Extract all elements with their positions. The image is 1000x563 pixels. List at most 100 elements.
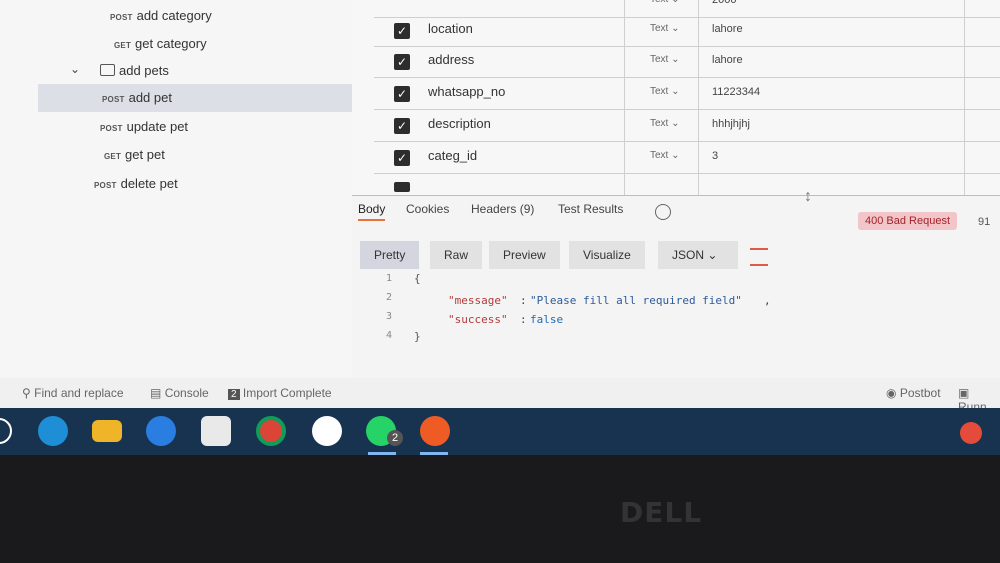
json-colon: : [520,313,527,326]
postbot-button[interactable]: ◉ Postbot [886,386,941,400]
line-number: 1 [386,273,393,284]
row-checkbox[interactable] [394,182,410,192]
method-badge: POST [110,13,133,22]
json-value: "Please fill all required field" [530,294,742,307]
row-checkbox[interactable]: ✓ [394,118,410,134]
postman-window: POST add category GET get category ⌄ add p… [0,0,1000,455]
console-icon: ▤ [150,386,162,400]
import-status[interactable]: 2 Import Complete [228,386,332,400]
json-colon: : [520,294,527,307]
method-badge: POST [100,124,123,133]
sidebar-item-label: delete pet [120,176,178,191]
sidebar-item-add-category[interactable]: POST add category [0,2,352,30]
store-icon[interactable] [201,416,231,446]
dell-logo: DELL [620,496,703,529]
slack-icon[interactable] [312,416,342,446]
key-cell[interactable]: address [428,52,474,67]
table-row[interactable]: ✓ location Text ⌄ lahore [374,15,1000,47]
json-key: "message" [448,294,508,307]
value-cell[interactable]: 2000 [712,0,736,6]
active-app-indicator [368,452,396,455]
sidebar-item-update-pet[interactable]: POST update pet [0,113,352,141]
search-icon[interactable] [0,418,12,444]
runner-icon: ▣ [958,386,970,400]
value-cell[interactable]: lahore [712,54,743,66]
method-badge: GET [114,41,132,50]
app-store-icon[interactable] [146,416,176,446]
notification-icon[interactable] [960,422,982,444]
key-cell[interactable]: description [428,116,491,131]
value-cell[interactable]: 11223344 [712,86,760,98]
body-params-table: Text ⌄ 2000 ✓ location Text ⌄ lahore ✓ a… [352,0,1000,195]
sidebar-item-label: add category [136,8,212,23]
postman-icon[interactable] [420,416,450,446]
folder-icon [100,64,115,76]
tab-body[interactable]: Body [358,202,386,221]
sidebar-item-get-pet[interactable]: GET get pet [0,141,352,169]
sidebar-item-label: add pet [128,90,172,105]
method-badge: POST [94,181,117,190]
response-pane: Body Cookies Headers (9) Test Results ↕ … [352,188,1000,379]
sidebar-item-delete-pet[interactable]: POST delete pet [0,170,352,198]
type-select[interactable]: Text ⌄ [650,23,680,34]
sidebar: POST add category GET get category ⌄ add p… [0,0,352,378]
tab-cookies[interactable]: Cookies [406,202,449,216]
status-bar: ⚲ Find and replace ▤ Console 2 Import Co… [0,378,1000,414]
wrap-lines-icon[interactable] [750,248,768,266]
key-cell[interactable]: whatsapp_no [428,84,505,99]
chrome-icon[interactable] [256,416,286,446]
postbot-icon: ◉ [886,386,897,400]
sidebar-item-get-category[interactable]: GET get category [0,30,352,58]
json-key: "success" [448,313,508,326]
sidebar-item-add-pet[interactable]: POST add pet [38,84,352,112]
file-explorer-icon[interactable] [92,420,122,442]
value-cell[interactable]: 3 [712,150,718,162]
code-brace: { [414,272,421,285]
type-select[interactable]: Text ⌄ [650,54,680,65]
search-icon: ⚲ [22,386,31,400]
response-time: 91 [978,216,991,228]
sidebar-folder-add-pets[interactable]: ⌄ add pets [0,57,352,85]
key-cell[interactable]: categ_id [428,148,477,163]
chevron-down-icon[interactable]: ⌄ [70,62,80,76]
code-brace: } [414,330,421,343]
active-app-indicator [420,452,448,455]
method-badge: POST [102,95,125,104]
value-cell[interactable]: hhhjhjhj [712,118,750,130]
json-comma: , [764,294,771,307]
view-raw-button[interactable]: Raw [430,241,483,269]
table-row[interactable]: ✓ address Text ⌄ lahore [374,46,1000,78]
sidebar-item-label: add pets [119,63,169,78]
json-value: false [530,313,564,326]
table-row[interactable]: ✓ categ_id Text ⌄ 3 [374,142,1000,174]
table-row[interactable]: ✓ description Text ⌄ hhhjhjhj [374,110,1000,142]
type-select[interactable]: Text ⌄ [650,150,680,161]
row-checkbox[interactable]: ✓ [394,86,410,102]
format-select[interactable]: JSON ⌄ [658,241,738,269]
sidebar-item-label: update pet [126,119,189,134]
type-select[interactable]: Text ⌄ [650,118,680,129]
view-preview-button[interactable]: Preview [489,241,560,269]
view-pretty-button[interactable]: Pretty [360,241,420,269]
whatsapp-badge: 2 [387,430,403,446]
console-button[interactable]: ▤ Console [150,386,209,400]
resize-handle-icon[interactable]: ↕ [804,188,812,206]
key-cell[interactable]: location [428,21,473,36]
view-visualize-button[interactable]: Visualize [569,241,645,269]
edge-icon[interactable] [38,416,68,446]
table-row[interactable]: ✓ whatsapp_no Text ⌄ 11223344 [374,78,1000,110]
history-icon[interactable] [655,204,671,220]
line-number: 4 [386,330,393,341]
type-select[interactable]: Text ⌄ [650,0,680,5]
tab-headers[interactable]: Headers (9) [471,202,534,216]
find-replace-button[interactable]: ⚲ Find and replace [22,386,124,400]
type-select[interactable]: Text ⌄ [650,86,680,97]
tab-test-results[interactable]: Test Results [558,202,623,216]
line-number: 3 [386,311,393,322]
sidebar-item-label: get pet [125,147,165,162]
row-checkbox[interactable]: ✓ [394,150,410,166]
status-badge: 400 Bad Request [858,212,958,230]
row-checkbox[interactable]: ✓ [394,54,410,70]
value-cell[interactable]: lahore [712,23,743,35]
row-checkbox[interactable]: ✓ [394,23,410,39]
